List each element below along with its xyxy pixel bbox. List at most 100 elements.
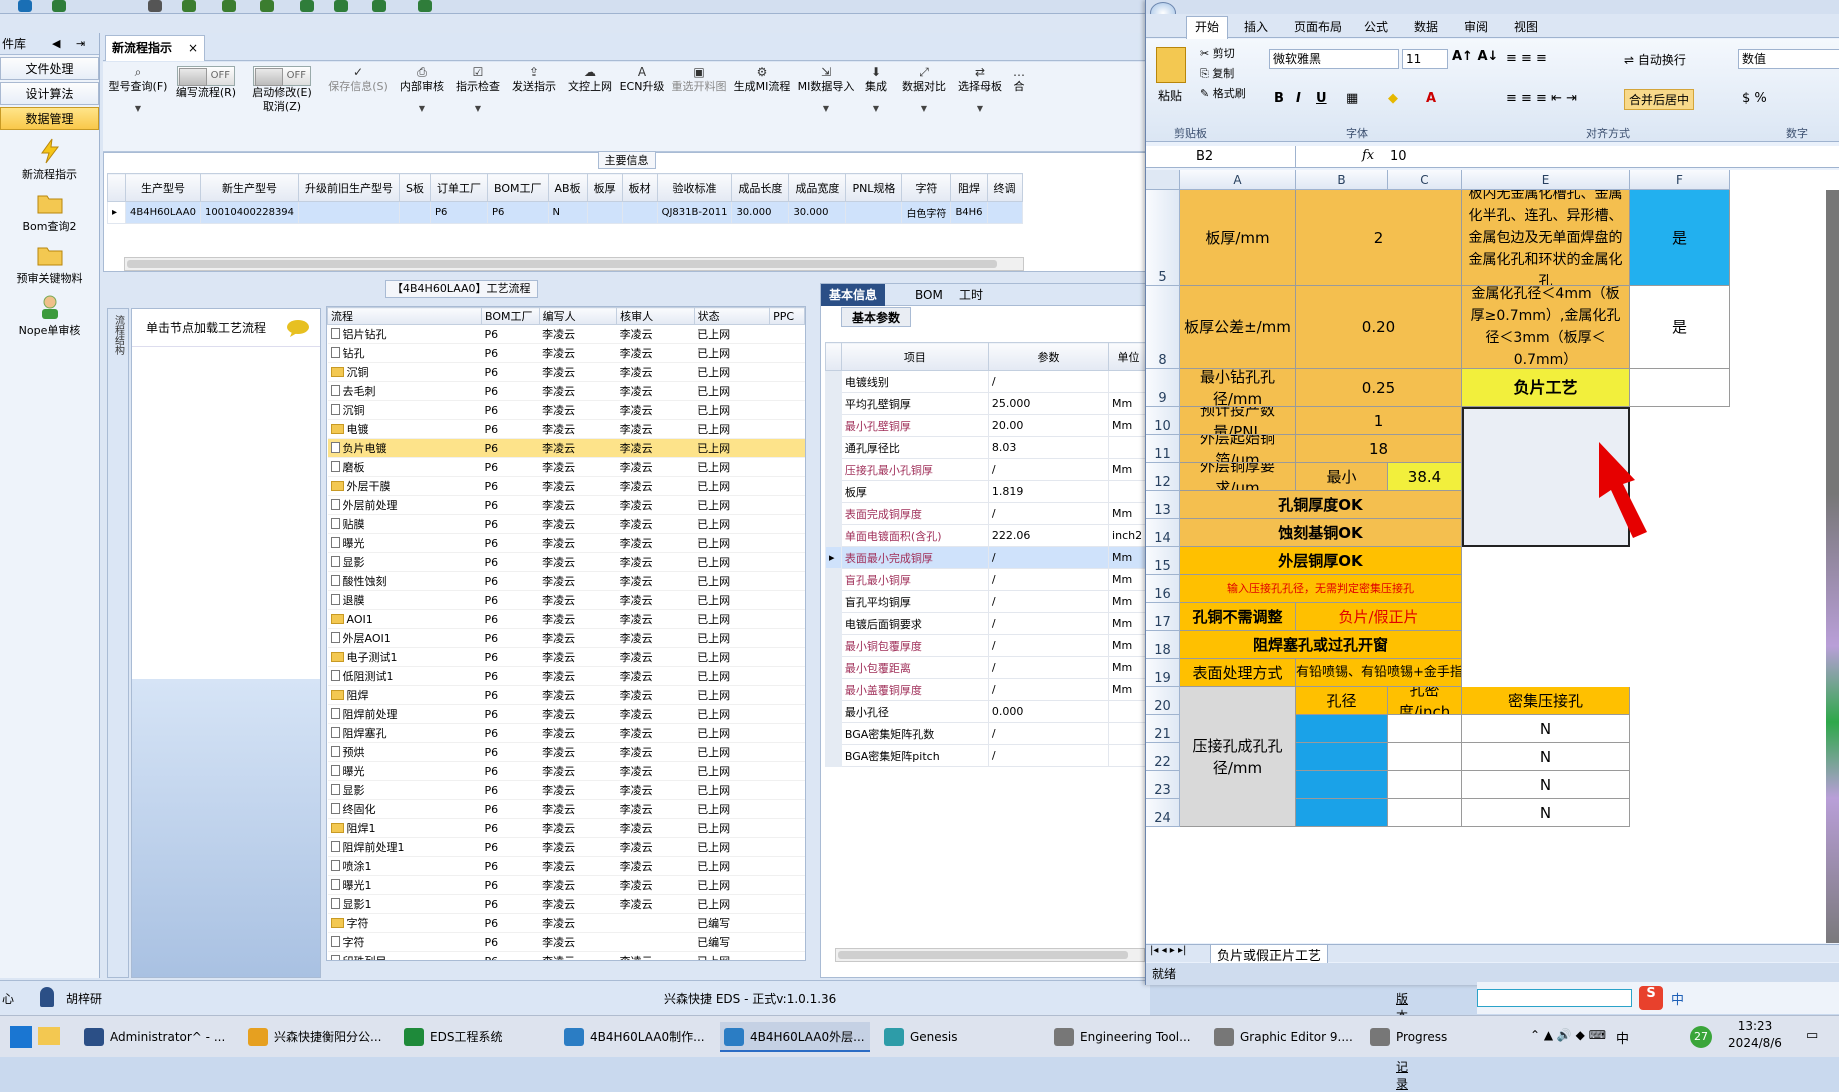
font-size-select[interactable]: 11 [1402, 49, 1448, 69]
ecn-button[interactable]: A ECN升级 [617, 66, 667, 94]
table-row[interactable]: 贴膜 P6 李凌云 李凌云 已上网 [327, 514, 805, 534]
column-header[interactable]: 验收标准 [656, 173, 733, 202]
sheet-cell[interactable]: 18 [1296, 435, 1462, 463]
row-header[interactable]: 5 [1146, 190, 1180, 286]
excel-tab[interactable]: 开始 [1186, 16, 1229, 39]
table-row[interactable]: 外层前处理 P6 李凌云 李凌云 已上网 [327, 495, 805, 515]
tab-bom[interactable]: BOM [907, 284, 951, 306]
table-cell[interactable]: 30.000 [731, 201, 790, 224]
table-row[interactable]: 最小孔径 0.000 [825, 700, 1149, 723]
tree-node[interactable]: 沉铜 [327, 362, 482, 382]
bom-query-tool[interactable]: Bom查询2 [0, 190, 99, 234]
scroll-thumb[interactable] [127, 260, 997, 268]
column-header[interactable]: 终调 [986, 173, 1023, 202]
number-format-select[interactable]: 数值 [1738, 49, 1839, 69]
tree-node[interactable]: 显影 [327, 552, 482, 572]
table-row[interactable]: 终固化 P6 李凌云 李凌云 已上网 [327, 799, 805, 819]
table-row[interactable]: 阻焊1 P6 李凌云 李凌云 已上网 [327, 818, 805, 838]
tool-icon[interactable] [182, 0, 196, 12]
sheet-cell[interactable]: 是 [1630, 190, 1730, 286]
sheet-cell[interactable]: 1 [1296, 407, 1462, 435]
sheet-cell[interactable] [1388, 743, 1462, 771]
table-row[interactable]: 最小铜包覆厚度 / Μm [825, 634, 1149, 657]
tree-node[interactable]: AOI1 [327, 609, 482, 629]
tool-icon[interactable] [222, 0, 236, 12]
send-button[interactable]: ⇪ 发送指示 [507, 66, 561, 94]
row-header[interactable]: 16 [1146, 575, 1180, 603]
tab-basic-info[interactable]: 基本信息 [821, 284, 886, 306]
tree-node[interactable]: 外层AOI1 [327, 628, 482, 648]
cut-button[interactable]: ✂ 剪切 [1200, 45, 1235, 61]
font-color-icon[interactable]: A [1426, 91, 1436, 106]
sheet-cell[interactable]: 38.4 [1388, 463, 1462, 491]
param-value[interactable]: / [987, 458, 1110, 481]
reselect-button[interactable]: ▣ 重选开料图 [669, 66, 729, 94]
table-row[interactable]: 表面完成铜厚度 / Μm [825, 502, 1149, 525]
tree-node[interactable]: 低阻测试1 [327, 666, 482, 686]
sheet-nav-icon[interactable]: |◂ ◂ ▸ ▸| [1150, 945, 1186, 956]
row-header[interactable]: 24 [1146, 799, 1180, 827]
sheet-cell[interactable]: 预计投产数量/PNL [1180, 407, 1296, 435]
table-cell[interactable] [399, 201, 432, 224]
search-icon[interactable] [18, 0, 32, 12]
table-cell[interactable] [298, 201, 401, 224]
table-row[interactable]: 低阻测试1 P6 李凌云 李凌云 已上网 [327, 666, 805, 686]
align-center-icon[interactable]: ≡ ≡ ≡ ⇤ ⇥ [1506, 91, 1577, 106]
windows-start-icon[interactable] [10, 1026, 32, 1048]
table-row[interactable]: 预烘 P6 李凌云 李凌云 已上网 [327, 742, 805, 762]
tree-node[interactable]: 喷涂1 [327, 856, 482, 876]
sheet-tab[interactable]: 负片或假正片工艺 [1210, 944, 1329, 965]
tree-node[interactable]: 外层前处理 [327, 495, 482, 515]
paste-icon[interactable] [1156, 47, 1186, 83]
table-row[interactable]: 外层AOI1 P6 李凌云 李凌云 已上网 [327, 628, 805, 648]
column-header[interactable]: 状态 [693, 307, 771, 325]
table-row[interactable]: 盲孔平均铜厚 / Μm [825, 590, 1149, 613]
table-row[interactable]: 显影 P6 李凌云 李凌云 已上网 [327, 780, 805, 800]
param-value[interactable]: 0.000 [987, 700, 1110, 723]
column-header[interactable]: 编写人 [538, 307, 618, 325]
fill-color-icon[interactable]: ◆ [1388, 91, 1398, 106]
sheet-cell[interactable]: 金属化孔径＜4mm（板厚≥0.7mm）,金属化孔径＜3mm（板厚＜0.7mm） [1462, 286, 1630, 369]
app-icon[interactable] [52, 0, 66, 12]
row-header[interactable]: 23 [1146, 771, 1180, 799]
column-header[interactable]: 字符 [901, 173, 952, 202]
table-row[interactable]: 平均孔壁铜厚 25.000 Μm [825, 392, 1149, 415]
format-painter-button[interactable]: ✎ 格式刷 [1200, 85, 1246, 101]
table-row[interactable]: 退膜 P6 李凌云 李凌云 已上网 [327, 590, 805, 610]
sheet-cell[interactable]: 孔铜厚度OK [1180, 491, 1462, 519]
column-header[interactable]: 参数 [987, 342, 1110, 371]
sheet-cell[interactable]: 蚀刻基铜OK [1180, 519, 1462, 547]
table-row[interactable]: 电子测试1 P6 李凌云 李凌云 已上网 [327, 647, 805, 667]
grow-font-icon[interactable]: A↑ A↓ [1452, 49, 1498, 64]
enable-modify-toggle[interactable]: OFF 启动修改(E) 取消(Z) [249, 66, 315, 114]
sheet-cell[interactable] [1630, 369, 1730, 407]
excel-tab[interactable]: 页面布局 [1294, 17, 1342, 37]
pin-icon[interactable]: ⇥ [76, 33, 85, 55]
edit-flow-toggle[interactable]: OFF 编写流程(R) [173, 66, 239, 100]
param-value[interactable]: / [987, 678, 1110, 701]
table-row[interactable]: 显影 P6 李凌云 李凌云 已上网 [327, 552, 805, 572]
tree-node[interactable]: 阻焊1 [327, 818, 482, 838]
table-row[interactable]: 板厚 1.819 [825, 480, 1149, 503]
sheet-cell[interactable]: 外层铜厚OK [1180, 547, 1462, 575]
table-row[interactable]: ▸ 表面最小完成铜厚 / Μm [825, 546, 1149, 569]
column-header[interactable]: 板材 [621, 173, 658, 202]
tree-node[interactable]: 退膜 [327, 590, 482, 610]
select-all-corner[interactable] [1146, 170, 1180, 190]
sheet-cell[interactable]: 外层起始铜箔/um [1180, 435, 1296, 463]
tree-node[interactable]: 铝片钻孔 [327, 324, 482, 344]
flow-structure-tab[interactable]: 流程结构 [107, 308, 129, 978]
taskbar-item[interactable]: Progress [1366, 1022, 1496, 1052]
underline-icon[interactable]: U [1316, 91, 1327, 106]
copy-button[interactable]: ⎘ 复制 [1200, 65, 1234, 81]
sheet-cell[interactable]: 0.25 [1296, 369, 1462, 407]
sheet-cell[interactable]: 最小 [1296, 463, 1388, 491]
table-row[interactable]: 盲孔最小铜厚 / Μm [825, 568, 1149, 591]
column-header[interactable]: 板厚 [586, 173, 623, 202]
upload-button[interactable]: ☁ 文控上网 [563, 66, 617, 94]
table-row[interactable]: 单面电镀面积(含孔) 222.06 inch2 [825, 524, 1149, 547]
table-row[interactable]: 阻焊前处理 P6 李凌云 李凌云 已上网 [327, 704, 805, 724]
save-info-button[interactable]: ✓ 保存信息(S) [323, 66, 393, 94]
horizontal-scrollbar[interactable] [124, 257, 1024, 271]
sheet-cell[interactable]: 输入压接孔孔径，无需判定密集压接孔 [1180, 575, 1462, 603]
